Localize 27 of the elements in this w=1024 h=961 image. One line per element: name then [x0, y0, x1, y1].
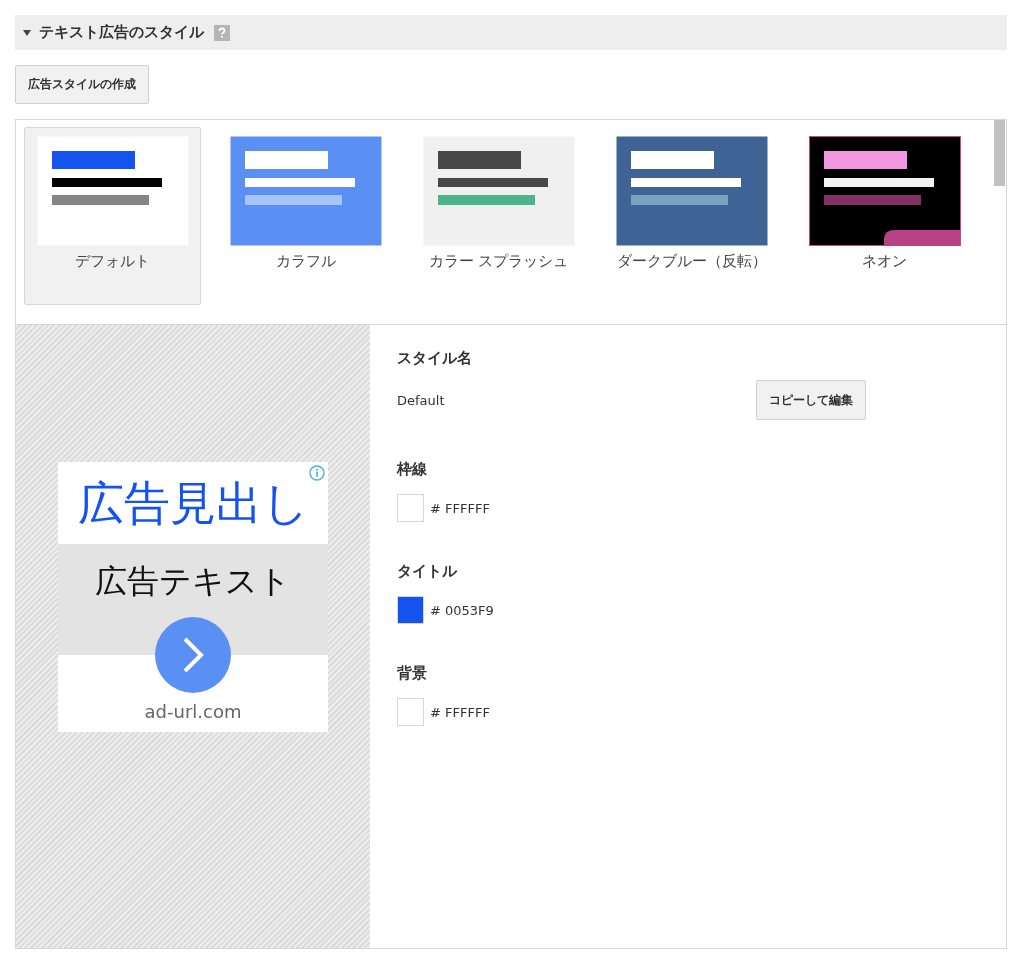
- style-option[interactable]: ネオン: [796, 127, 973, 305]
- arrow-button-icon[interactable]: [153, 614, 233, 695]
- field-label: 背景: [397, 664, 428, 683]
- ad-text: 広告テキスト: [95, 560, 291, 602]
- collapse-triangle-icon[interactable]: [23, 29, 31, 36]
- color-swatch[interactable]: [397, 698, 424, 726]
- field-label: タイトル: [397, 562, 458, 581]
- style-option[interactable]: デフォルト: [24, 127, 201, 305]
- color-swatch[interactable]: [397, 596, 424, 624]
- color-value: # FFFFFF: [430, 500, 490, 516]
- color-value: # FFFFFF: [430, 704, 490, 720]
- create-style-button[interactable]: 広告スタイルの作成: [15, 65, 149, 104]
- color-swatch[interactable]: [397, 494, 424, 522]
- ad-headline[interactable]: 広告見出し: [58, 461, 328, 544]
- style-option[interactable]: カラー スプラッシュ: [410, 127, 587, 305]
- info-icon[interactable]: [309, 464, 325, 481]
- field-label: スタイル名: [397, 349, 473, 368]
- help-icon[interactable]: [214, 24, 230, 41]
- copy-edit-button[interactable]: コピーして編集: [756, 380, 866, 420]
- section-title: テキスト広告のスタイル: [39, 23, 204, 42]
- section-header[interactable]: テキスト広告のスタイル: [15, 15, 1007, 50]
- style-option[interactable]: カラフル: [217, 127, 394, 305]
- ad-url: ad-url.com: [143, 700, 243, 722]
- style-option[interactable]: ダークブルー（反転）: [603, 127, 780, 305]
- color-value: # 0053F9: [430, 602, 494, 618]
- style-name-value: Default: [397, 392, 445, 408]
- field-label: 枠線: [397, 460, 428, 479]
